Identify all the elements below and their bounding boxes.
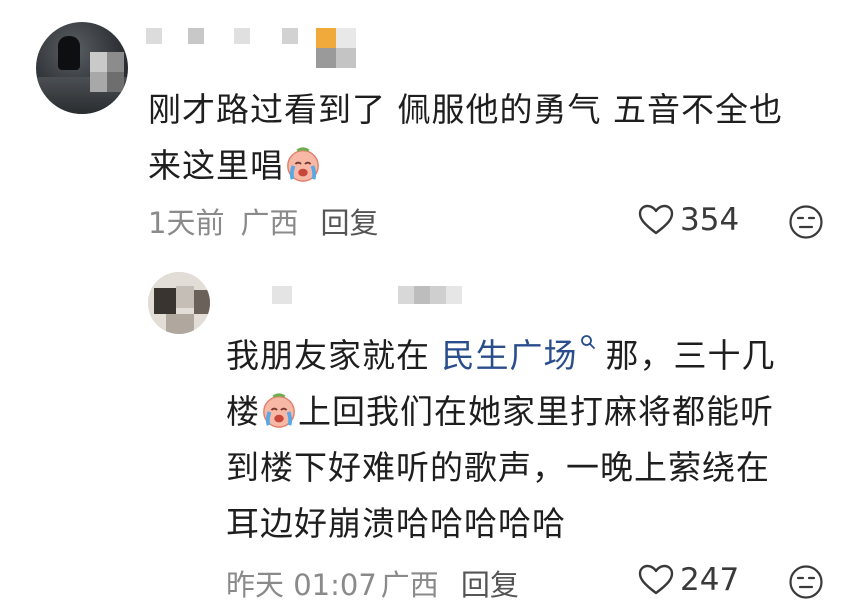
- reply-like-count: 247: [680, 562, 740, 598]
- avatar-mosaic: [90, 52, 124, 92]
- comment-text: 刚才路过看到了 佩服他的勇气 五音不全也 来这里唱: [148, 82, 838, 194]
- crying-emoji-icon: [263, 393, 295, 428]
- heart-icon: [638, 564, 674, 595]
- commenter-avatar[interactable]: [36, 22, 128, 114]
- comment-reply-button[interactable]: 回复: [320, 200, 378, 242]
- comment-text-line1: 刚才路过看到了 佩服他的勇气 五音不全也: [148, 90, 783, 129]
- search-icon[interactable]: [580, 328, 596, 362]
- comment-like-count: 354: [680, 202, 740, 238]
- location-link[interactable]: 民生广场: [442, 336, 578, 375]
- avatar-figure: [58, 36, 80, 70]
- comment-text-line2: 来这里唱: [148, 146, 284, 185]
- reply-text-line4: 耳边好崩溃哈哈哈哈哈: [226, 504, 566, 543]
- reply-reply-button[interactable]: 回复: [461, 562, 519, 604]
- reply-time: 昨天 01:07: [226, 568, 377, 602]
- crying-emoji-icon: [287, 147, 319, 182]
- comment-time: 1天前: [148, 206, 225, 240]
- reply-text-before-link: 我朋友家就在: [226, 336, 442, 375]
- reply-meta: 昨天 01:07 广西 回复: [226, 562, 519, 604]
- reply-text-line2-start: 楼: [226, 392, 260, 431]
- reply-username-blurred[interactable]: [272, 286, 292, 304]
- commenter-badge-blurred: [316, 28, 356, 68]
- heart-icon: [638, 204, 674, 235]
- comment-like-button[interactable]: 354: [638, 202, 739, 238]
- reply-text: 我朋友家就在 民生广场 那，三十几楼上回我们在她家里打麻将都能听到楼下好难听的歌声…: [226, 328, 826, 552]
- dislike-face-icon[interactable]: [788, 564, 824, 600]
- commenter-username-blurred[interactable]: [146, 28, 298, 44]
- dislike-face-icon[interactable]: [788, 204, 824, 240]
- reply-avatar[interactable]: [148, 272, 210, 334]
- reply-text-line3: 到楼下好难听的歌声，一晚上萦绕在: [226, 448, 770, 487]
- reply-like-button[interactable]: 247: [638, 562, 739, 598]
- reply-text-line1-end: 那，三十几: [605, 336, 776, 375]
- comment-location: 广西: [240, 206, 299, 240]
- comment-meta: 1天前 广西 回复: [148, 200, 378, 242]
- reply-location: 广西: [380, 568, 439, 602]
- reply-username-blurred-2: [398, 286, 462, 304]
- reply-text-line2-end: 上回我们在她家里打麻将都能听: [298, 392, 774, 431]
